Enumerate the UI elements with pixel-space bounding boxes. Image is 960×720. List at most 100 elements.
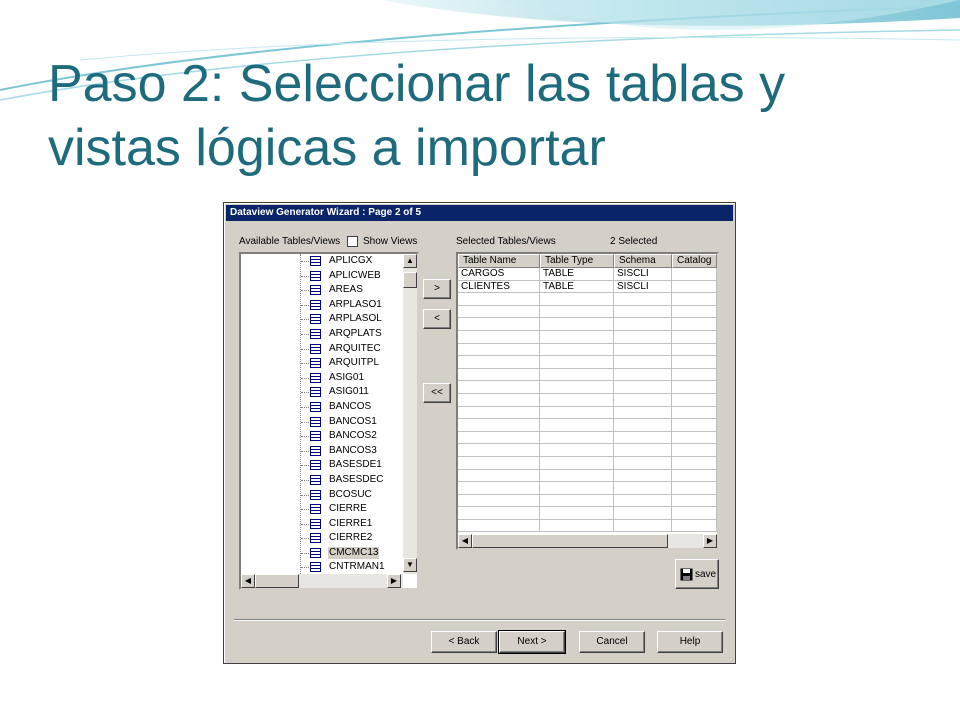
table-icon (310, 372, 321, 383)
table-icon (310, 489, 321, 500)
tree-vertical-scrollbar[interactable]: ▲ ▼ (403, 254, 417, 574)
grid-column-header[interactable]: Table Name (458, 254, 540, 268)
grid-column-header[interactable]: Catalog (672, 254, 717, 268)
cancel-button[interactable]: Cancel (579, 631, 645, 653)
grid-column-header[interactable]: Table Type (540, 254, 614, 268)
grid-horizontal-scrollbar[interactable]: ◀ ▶ (458, 534, 717, 548)
tree-item[interactable]: CIERRE1 (301, 517, 401, 532)
save-button[interactable]: save (675, 559, 719, 589)
tree-item[interactable]: ARPLASOL (301, 312, 401, 327)
table-cell (614, 519, 672, 532)
remove-table-button[interactable]: < (423, 309, 451, 329)
tree-item[interactable]: BANCOS1 (301, 415, 401, 430)
tree-connector (301, 538, 309, 540)
table-icon (310, 343, 321, 354)
next-button[interactable]: Next > (498, 630, 566, 654)
table-cell (540, 343, 614, 356)
tree-item-label: CIERRE (329, 503, 367, 515)
grid-scroll-right-icon[interactable]: ▶ (703, 534, 717, 548)
table-row (458, 393, 717, 407)
add-table-button[interactable]: > (423, 279, 451, 299)
tree-item[interactable]: ARQUITEC (301, 342, 401, 357)
scroll-left-icon[interactable]: ◀ (241, 574, 255, 588)
tree-connector (301, 261, 309, 262)
tree-item-label: ASIG01 (329, 371, 365, 383)
table-cell (458, 431, 540, 444)
tree-item-label: ARPLASO1 (329, 298, 382, 310)
available-tables-tree[interactable]: APLICGX APLICWEB AREAS ARPLASO1 ARPLASOL ARQP… (239, 252, 419, 590)
scroll-right-icon[interactable]: ▶ (387, 574, 401, 588)
tree-connector (301, 421, 309, 423)
table-row (458, 482, 717, 495)
tree-connector (301, 348, 309, 350)
table-row (458, 293, 717, 306)
table-cell (614, 368, 672, 381)
table-cell (672, 381, 717, 393)
tree-item[interactable]: APLICWEB (301, 269, 401, 284)
tree-item[interactable]: ARQUITPL (301, 356, 401, 371)
tree-item[interactable]: ARPLASO1 (301, 298, 401, 313)
table-cell (672, 507, 717, 519)
tree-connector (301, 465, 309, 467)
tree-item[interactable]: BANCOS (301, 400, 401, 415)
table-row[interactable]: CLIENTES TABLE SISCLI (458, 280, 717, 294)
grid-column-header[interactable]: Schema (614, 254, 672, 268)
tree-item[interactable]: CIERRE (301, 502, 401, 517)
back-button[interactable]: < Back (431, 631, 497, 653)
tree-item[interactable]: BANCOS2 (301, 429, 401, 444)
tree-item[interactable]: AREAS (301, 283, 401, 298)
table-cell (540, 293, 614, 305)
table-icon (310, 431, 321, 442)
table-cell (672, 431, 717, 444)
tree-item[interactable]: CNTRMAN1 (301, 560, 401, 575)
tree-item[interactable]: BASESDE1 (301, 458, 401, 473)
save-label: save (695, 569, 717, 580)
tree-item[interactable]: CIERRE2 (301, 531, 401, 546)
table-cell (458, 330, 540, 343)
table-row (458, 381, 717, 394)
table-cell (540, 469, 614, 482)
table-icon (310, 504, 321, 515)
table-cell (540, 494, 614, 507)
table-row (458, 519, 717, 533)
scroll-down-icon[interactable]: ▼ (403, 558, 417, 572)
tree-item[interactable]: APLICGX (301, 254, 401, 269)
grid-scroll-left-icon[interactable]: ◀ (458, 534, 472, 548)
tree-horizontal-scrollbar[interactable]: ◀ ▶ (241, 574, 403, 588)
tree-connector (301, 392, 309, 394)
table-cell (672, 456, 717, 469)
table-row (458, 368, 717, 382)
selected-tables-grid[interactable]: Table Name Table Type Schema Catalog CARGOS… (456, 252, 719, 550)
tree-item[interactable]: BANCOS3 (301, 444, 401, 459)
grid-scroll-thumb[interactable] (472, 534, 668, 548)
tree-item[interactable]: BCOSUC (301, 488, 401, 503)
tree-connector (301, 290, 309, 292)
table-cell (540, 444, 614, 456)
remove-all-button[interactable]: << (423, 383, 451, 403)
tree-connector (301, 494, 309, 496)
tree-connector (301, 304, 309, 306)
tree-item[interactable]: CMCMC13 (301, 546, 401, 561)
table-cell (672, 293, 717, 305)
horizontal-scroll-thumb[interactable] (255, 574, 299, 588)
show-views-checkbox[interactable] (347, 236, 358, 247)
table-cell (458, 456, 540, 469)
table-cell (458, 406, 540, 419)
tree-item[interactable]: ASIG01 (301, 371, 401, 386)
table-row[interactable]: CARGOS TABLE SISCLI (458, 268, 717, 281)
tree-item[interactable]: ASIG011 (301, 385, 401, 400)
table-cell (614, 330, 672, 343)
table-icon (310, 401, 321, 412)
table-cell (614, 318, 672, 330)
tree-item-label: ARQPLATS (329, 327, 382, 339)
table-cell (672, 494, 717, 507)
tree-item[interactable]: BASESDEC (301, 473, 401, 488)
tree-item[interactable]: ARQPLATS (301, 327, 401, 342)
scroll-up-icon[interactable]: ▲ (403, 254, 417, 268)
help-button[interactable]: Help (657, 631, 723, 653)
table-cell (672, 305, 717, 318)
tree-connector (301, 406, 309, 408)
table-cell (672, 406, 717, 419)
scroll-thumb[interactable] (403, 272, 417, 288)
table-cell (458, 494, 540, 507)
